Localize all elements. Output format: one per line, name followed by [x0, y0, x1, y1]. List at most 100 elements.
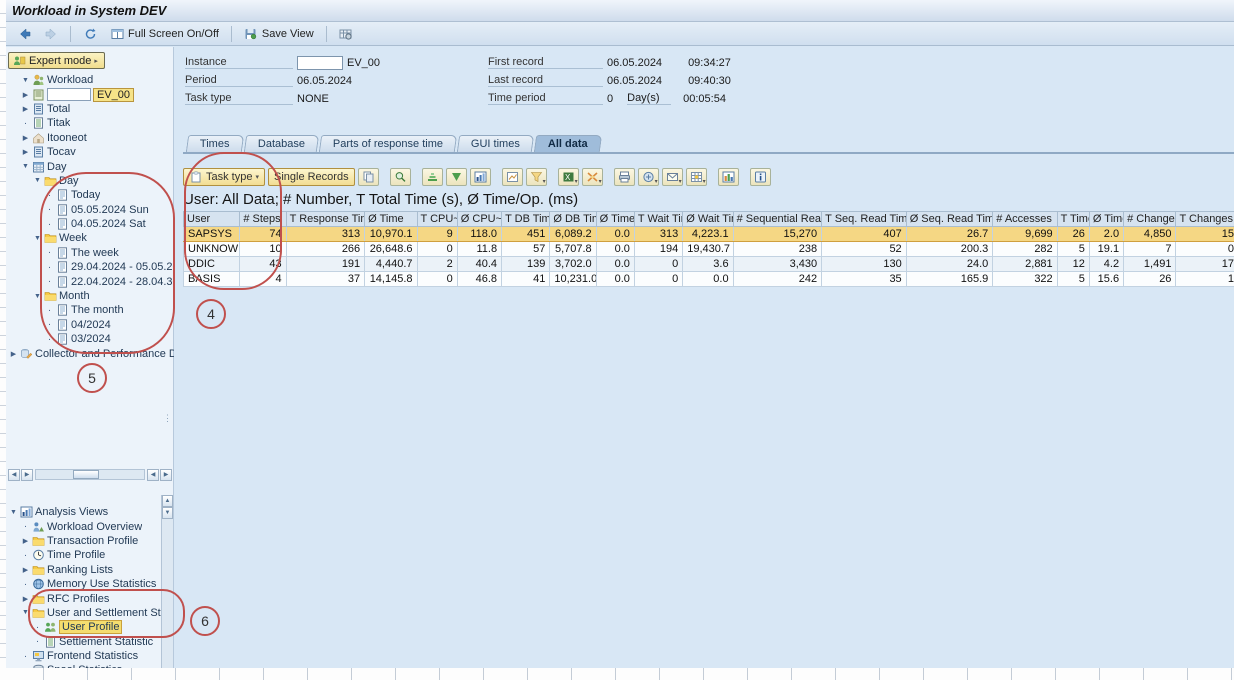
tree-item-month[interactable]: ▼Month	[6, 289, 174, 303]
task-type-button[interactable]: Task type ▾	[183, 168, 265, 186]
value-cell[interactable]: 5,707.8	[550, 242, 596, 257]
detail-button[interactable]	[502, 168, 523, 186]
value-cell[interactable]: 26	[1124, 272, 1176, 287]
scroll-right-icon[interactable]: ▶	[21, 469, 33, 481]
tree-item-day[interactable]: ▼Day	[6, 159, 174, 173]
column-header-t-response-time[interactable]: T Response Time	[286, 212, 365, 227]
scroll-left-icon[interactable]: ◀	[8, 469, 20, 481]
tree-item-user-profile[interactable]: ·User Profile	[6, 620, 162, 634]
column-header-time[interactable]: Ø Time	[1089, 212, 1123, 227]
value-cell[interactable]: 0.0	[596, 257, 634, 272]
table-row-ddic[interactable]: DDIC431914,440.7240.41393,702.00.003.63,…	[184, 257, 1234, 272]
value-cell[interactable]: 10,231.0	[550, 272, 596, 287]
tab-all-data[interactable]: All data	[533, 135, 601, 152]
table-settings-button[interactable]	[686, 168, 707, 186]
info-button[interactable]	[750, 168, 771, 186]
full-screen-button[interactable]: Full Screen On/Off	[105, 24, 224, 43]
value-cell[interactable]: 0	[634, 272, 682, 287]
value-cell[interactable]: 15	[1176, 227, 1234, 242]
column-header-t-wait-time[interactable]: T Wait Time	[634, 212, 682, 227]
value-cell[interactable]: 15.6	[1089, 272, 1123, 287]
expert-mode-button[interactable]: Expert mode ▸	[8, 52, 105, 69]
mail-button[interactable]	[662, 168, 683, 186]
tree-item-03-2024[interactable]: ·03/2024	[6, 332, 174, 346]
tree-item-05-05-2024-sun[interactable]: ·05.05.2024 Sun	[6, 203, 174, 217]
tree-item-memory-use-statistics[interactable]: ·Memory Use Statistics	[6, 577, 162, 591]
value-cell[interactable]: 0	[417, 242, 457, 257]
value-cell[interactable]: 4,850	[1124, 227, 1176, 242]
instance-field[interactable]	[297, 56, 343, 70]
value-cell[interactable]: 9	[417, 227, 457, 242]
tree-collapse-icon[interactable]: ▼	[8, 509, 19, 516]
value-cell[interactable]: 37	[286, 272, 365, 287]
tree-collapse-icon[interactable]: ▼	[20, 609, 31, 616]
tree-item-itooneot[interactable]: ▶Itooneot	[6, 131, 174, 145]
value-cell[interactable]: 14,145.8	[365, 272, 417, 287]
scroll-up-icon[interactable]: ▲	[162, 495, 173, 507]
tree-item-time-profile[interactable]: ·Time Profile	[6, 548, 162, 562]
value-cell[interactable]: 238	[733, 242, 822, 257]
instance-chip[interactable]: EV_00	[93, 88, 134, 102]
tree-item-29-04-2024-05-05-20[interactable]: ·29.04.2024 - 05.05.20	[6, 260, 174, 274]
value-cell[interactable]: 1,491	[1124, 257, 1176, 272]
value-cell[interactable]: 74	[240, 227, 286, 242]
value-cell[interactable]: 0	[634, 257, 682, 272]
user-cell[interactable]: UNKNOWN	[184, 242, 240, 257]
value-cell[interactable]: 266	[286, 242, 365, 257]
value-cell[interactable]: 4	[240, 272, 286, 287]
value-cell[interactable]: 2,881	[993, 257, 1057, 272]
value-cell[interactable]: 1	[1176, 272, 1234, 287]
tree-item-22-04-2024-28-04-30[interactable]: ·22.04.2024 - 28.04.30	[6, 274, 174, 288]
value-cell[interactable]: 5	[1057, 272, 1089, 287]
value-cell[interactable]: 57	[502, 242, 550, 257]
tab-database[interactable]: Database	[243, 135, 318, 152]
tree-item-frontend-statistics[interactable]: ·Frontend Statistics	[6, 649, 162, 663]
tree-item-rfc-profiles[interactable]: ▶RFC Profiles	[6, 591, 162, 605]
value-cell[interactable]: 194	[634, 242, 682, 257]
tree-item-day[interactable]: ▼Day	[6, 174, 174, 188]
value-cell[interactable]: 26.7	[906, 227, 993, 242]
value-cell[interactable]: 322	[993, 272, 1057, 287]
value-cell[interactable]: 200.3	[906, 242, 993, 257]
value-cell[interactable]: 9,699	[993, 227, 1057, 242]
tree-expand-icon[interactable]: ▶	[20, 134, 31, 142]
value-cell[interactable]: 282	[993, 242, 1057, 257]
scroll-left-icon[interactable]: ◀	[147, 469, 159, 481]
scrollbar-thumb[interactable]	[73, 470, 99, 479]
tree-item-user-and-settlement-st[interactable]: ▼User and Settlement St	[6, 606, 162, 620]
scrollbar-track[interactable]	[35, 469, 145, 480]
column-header-accesses[interactable]: # Accesses	[993, 212, 1057, 227]
value-cell[interactable]: 26	[1057, 227, 1089, 242]
value-cell[interactable]: 26,648.6	[365, 242, 417, 257]
tree-item-workload-overview[interactable]: ·Workload Overview	[6, 519, 162, 533]
value-cell[interactable]: 41	[502, 272, 550, 287]
tree-item-total[interactable]: ▶Total	[6, 102, 174, 116]
value-cell[interactable]: 165.9	[906, 272, 993, 287]
tree-item-ev-00[interactable]: ▶EV_00	[6, 87, 174, 101]
value-cell[interactable]: 4,223.1	[683, 227, 733, 242]
column-header-t-changes[interactable]: T Changes	[1176, 212, 1234, 227]
value-cell[interactable]: 0.0	[596, 272, 634, 287]
value-cell[interactable]: 0	[1176, 242, 1234, 257]
tab-times[interactable]: Times	[186, 135, 244, 152]
tree-vertical-scrollbar[interactable]: ▲ ▼	[161, 495, 173, 668]
tree-item-today[interactable]: ·Today	[6, 188, 174, 202]
value-cell[interactable]: 2.0	[1089, 227, 1123, 242]
user-cell[interactable]: SAPSYS	[184, 227, 240, 242]
tree-collapse-icon[interactable]: ▼	[20, 77, 31, 84]
tree-item-spool-statistics[interactable]: ·Spool Statistics	[6, 663, 162, 668]
tree-horizontal-scrollbar[interactable]: ◀ ▶ ◀ ▶	[8, 467, 172, 482]
value-cell[interactable]: 19,430.7	[683, 242, 733, 257]
value-cell[interactable]: 242	[733, 272, 822, 287]
tree-expand-icon[interactable]: ▶	[20, 105, 31, 113]
tree-item-workload[interactable]: ▼Workload	[6, 73, 174, 87]
tree-collapse-icon[interactable]: ▼	[32, 235, 43, 242]
value-cell[interactable]: 10	[240, 242, 286, 257]
column-header-db-time[interactable]: Ø DB Time	[550, 212, 596, 227]
tree-item-tocav[interactable]: ▶Tocav	[6, 145, 174, 159]
value-cell[interactable]: 6,089.2	[550, 227, 596, 242]
tab-parts-of-response-time[interactable]: Parts of response time	[318, 135, 456, 152]
tree-item-titak[interactable]: ·Titak	[6, 116, 174, 130]
tree-expand-icon[interactable]: ▶	[20, 595, 31, 603]
tree-item-week[interactable]: ▼Week	[6, 231, 174, 245]
